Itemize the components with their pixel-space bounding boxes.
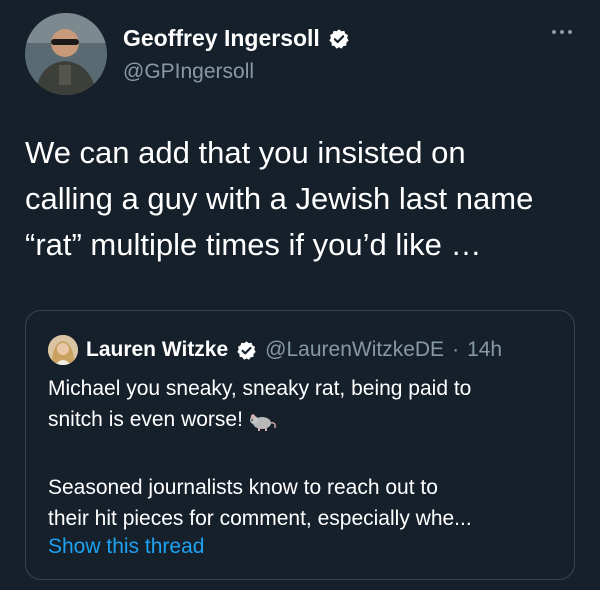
rat-emoji-icon — [247, 410, 277, 441]
quoted-tweet-header: Lauren Witzke @LaurenWitzkeDE · 14h — [48, 335, 502, 365]
show-thread-link[interactable]: Show this thread — [48, 535, 204, 559]
quoted-author-name[interactable]: Lauren Witzke — [86, 338, 228, 362]
more-dot — [552, 30, 556, 34]
author-avatar[interactable] — [25, 13, 107, 95]
author-handle[interactable]: @GPIngersoll — [123, 60, 254, 84]
quoted-tweet-text: Michael you sneaky, sneaky rat, being pa… — [48, 373, 558, 534]
meta-separator: · — [452, 338, 460, 361]
tweet-text-line: We can add that you insisted on — [25, 135, 466, 170]
quoted-author-handle[interactable]: @LaurenWitzkeDE — [265, 338, 444, 362]
tweet-text: We can add that you insisted on calling … — [25, 130, 585, 268]
more-dot — [560, 30, 564, 34]
quoted-text-line: their hit pieces for comment, especially… — [48, 507, 472, 530]
quoted-text-fragment: snitch is even worse! — [48, 408, 243, 431]
verified-badge-icon — [328, 28, 350, 50]
more-options-icon[interactable] — [552, 30, 572, 34]
quoted-tweet-time[interactable]: 14h — [467, 338, 502, 362]
quoted-text-line: snitch is even worse! — [48, 404, 558, 441]
quoted-text-line: Seasoned journalists know to reach out t… — [48, 476, 438, 499]
author-display-name[interactable]: Geoffrey Ingersoll — [123, 25, 320, 52]
tweet-card: Geoffrey Ingersoll @GPIngersoll We can a… — [0, 0, 600, 590]
more-dot — [568, 30, 572, 34]
quoted-tweet[interactable]: Lauren Witzke @LaurenWitzkeDE · 14h Mich… — [25, 310, 575, 580]
tweet-text-line: calling a guy with a Jewish last name — [25, 181, 534, 216]
author-name-row: Geoffrey Ingersoll — [123, 25, 350, 52]
quoted-author-avatar[interactable] — [48, 335, 78, 365]
verified-badge-icon — [236, 340, 257, 361]
quoted-text-line: Michael you sneaky, sneaky rat, being pa… — [48, 377, 472, 400]
tweet-text-line: “rat” multiple times if you’d like … — [25, 227, 482, 262]
